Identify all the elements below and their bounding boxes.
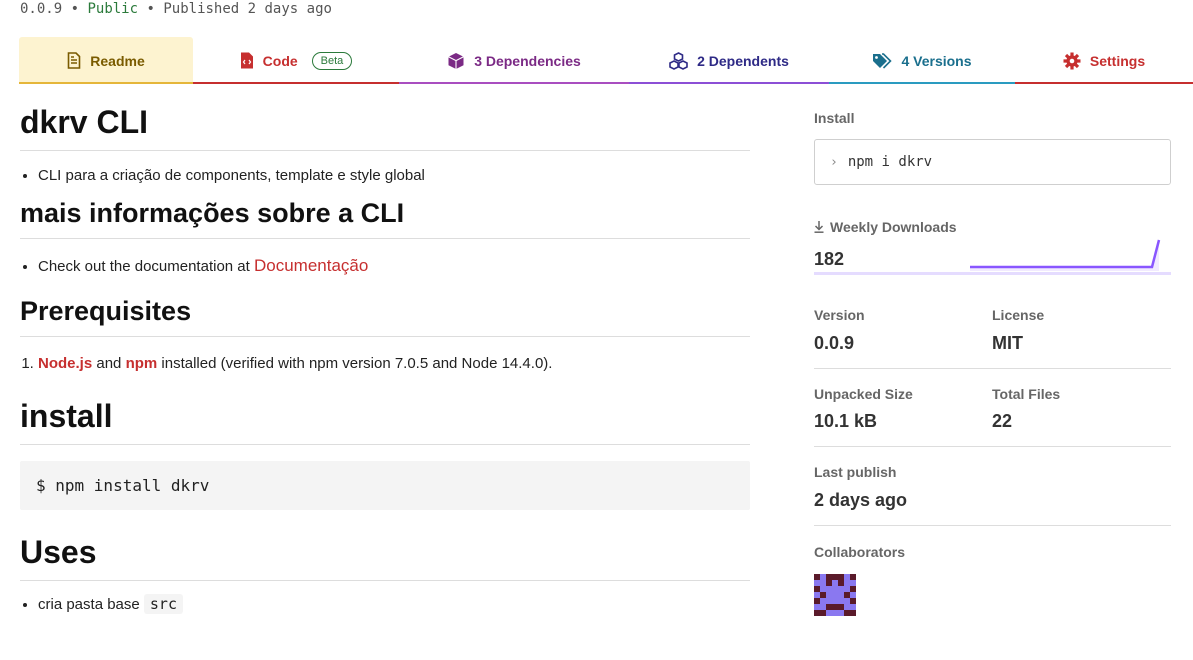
visibility-label: Public [87,1,139,17]
tab-readme[interactable]: Readme [19,37,193,84]
license-label: License [992,307,1045,323]
package-sidebar: Install › npm i dkrv Weekly Downloads 18… [814,110,1171,616]
tab-dependents-label: 2 Dependents [697,52,789,69]
tab-settings-label: Settings [1089,52,1146,69]
collaborator-avatar[interactable] [814,574,856,616]
download-icon [814,221,824,233]
boxes-icon [669,51,688,70]
install-heading: install [20,394,750,445]
tab-dependencies-label: 3 Dependencies [474,52,581,69]
last-publish-label: Last publish [814,464,897,480]
docs-list: Check out the documentation at Documenta… [38,256,750,276]
tab-dependencies[interactable]: 3 Dependencies [399,37,629,84]
list-item: Node.js and npm installed (verified with… [38,355,750,372]
version-label: Version [814,307,865,323]
collaborators-section: Collaborators [814,544,1171,616]
weekly-downloads-header: Weekly Downloads [814,219,1171,235]
beta-badge: Beta [311,51,353,70]
version-license-row: Version 0.0.9 License MIT [814,307,1171,354]
version-value: 0.0.9 [814,333,855,353]
package-tabs: Readme Code Beta 3 Dependencies 2 Depend… [19,37,1193,84]
install-command-box[interactable]: › npm i dkrv [814,139,1171,185]
readme-title: dkrv CLI [20,100,750,151]
weekly-downloads-value: 182 [814,249,845,269]
docs-link[interactable]: Documentação [254,256,368,275]
install-command: npm i dkrv [847,154,933,170]
tab-settings[interactable]: Settings [1015,37,1193,84]
list-item: cria pasta base src [38,594,750,614]
package-meta: 0.0.9 • Public • Published 2 days ago [20,1,332,17]
last-publish-value: 2 days ago [814,490,908,510]
box-icon [447,52,465,70]
tags-icon [872,52,893,69]
downloads-baseline [814,272,1171,275]
tab-readme-label: Readme [90,52,145,69]
total-files-label: Total Files [992,386,1061,402]
npm-link[interactable]: npm [126,355,158,372]
tab-versions-label: 4 Versions [901,52,972,69]
more-info-heading: mais informações sobre a CLI [20,194,750,239]
docs-text: Check out the documentation at [38,258,254,275]
prereq-and: and [92,355,126,372]
prereq-list: Node.js and npm installed (verified with… [38,355,750,372]
unpacked-size-label: Unpacked Size [814,386,913,402]
package-version: 0.0.9 [20,1,63,17]
meta-separator: • [70,1,80,17]
divider [814,525,1171,526]
tab-code[interactable]: Code Beta [193,37,399,84]
nodejs-link[interactable]: Node.js [38,355,92,372]
uses-list: cria pasta base src [38,594,750,614]
tab-dependents[interactable]: 2 Dependents [629,37,829,84]
weekly-downloads-label: Weekly Downloads [830,219,957,235]
file-code-icon [240,52,254,69]
last-publish-section: Last publish 2 days ago [814,464,1171,511]
total-files-value: 22 [992,411,1013,431]
terminal-prompt-icon: › [830,154,838,170]
divider [814,446,1171,447]
meta-separator: • [146,1,155,17]
install-label: Install [814,110,855,126]
inline-code: src [143,594,183,614]
uses-heading: Uses [20,530,750,581]
prereq-rest: installed (verified with npm version 7.0… [157,355,553,372]
intro-list: CLI para a criação de components, templa… [38,167,750,184]
weekly-downloads-row: 182 [814,235,1171,285]
license-value: MIT [992,333,1023,353]
divider [814,368,1171,369]
file-text-icon [67,52,81,69]
install-code-block: $ npm install dkrv [20,461,750,510]
list-item: CLI para a criação de components, templa… [38,167,750,184]
gear-icon [1063,52,1081,70]
size-files-row: Unpacked Size 10.1 kB Total Files 22 [814,386,1171,432]
tab-versions[interactable]: 4 Versions [829,37,1015,84]
downloads-sparkline [970,239,1161,271]
readme-content: dkrv CLI CLI para a criação de component… [20,100,750,614]
unpacked-size-value: 10.1 kB [814,411,878,431]
uses-item-text: cria pasta base [38,596,144,613]
published-label: Published 2 days ago [163,1,332,17]
prereq-heading: Prerequisites [20,292,750,337]
list-item: Check out the documentation at Documenta… [38,256,750,276]
collaborators-label: Collaborators [814,544,906,560]
tab-code-label: Code [262,52,298,69]
